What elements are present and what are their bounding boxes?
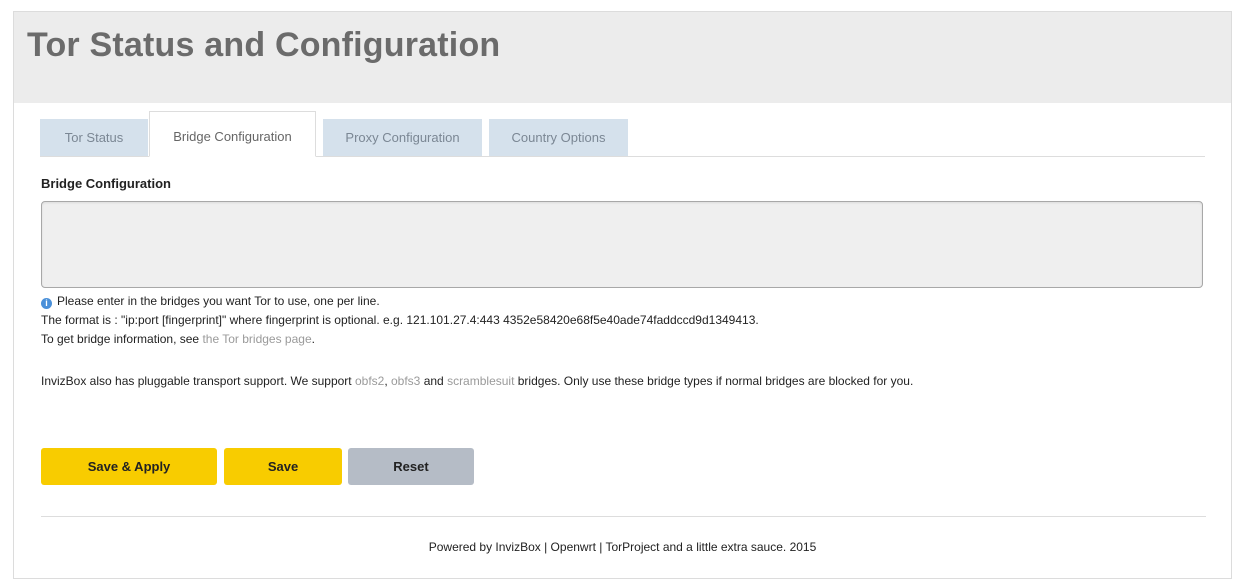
info-icon: i	[41, 298, 52, 309]
page-header: Tor Status and Configuration	[14, 12, 1231, 103]
help-line-3-prefix: To get bridge information, see	[41, 332, 203, 346]
help-line-3-suffix: .	[311, 332, 315, 346]
help-line-1: i Please enter in the bridges you want To…	[41, 292, 759, 311]
pluggable-suffix: bridges. Only use these bridge types if …	[514, 374, 914, 388]
help-line-2: The format is : "ip:port [fingerprint]" …	[41, 313, 759, 327]
pluggable-prefix: InvizBox also has pluggable transport su…	[41, 374, 355, 388]
help-line-3: To get bridge information, see the Tor b…	[41, 330, 759, 349]
pluggable-transport-text: InvizBox also has pluggable transport su…	[41, 374, 913, 388]
tab-proxy-configuration[interactable]: Proxy Configuration	[323, 119, 482, 156]
tab-country-options[interactable]: Country Options	[489, 119, 628, 156]
main-frame: Tor Status and Configuration Tor Status …	[13, 11, 1232, 579]
help-instruction: Please enter in the bridges you want Tor…	[57, 294, 380, 308]
section-title: Bridge Configuration	[41, 176, 171, 191]
tab-tor-status[interactable]: Tor Status	[40, 119, 148, 156]
obfs2-link[interactable]: obfs2	[355, 374, 384, 388]
pluggable-sep-1: ,	[384, 374, 391, 388]
save-button[interactable]: Save	[224, 448, 342, 485]
footer-divider	[41, 516, 1206, 517]
save-apply-button[interactable]: Save & Apply	[41, 448, 217, 485]
tab-bar: Tor Status Bridge Configuration Proxy Co…	[40, 109, 1205, 157]
tor-bridges-link[interactable]: the Tor bridges page	[202, 332, 311, 346]
pluggable-sep-2: and	[420, 374, 448, 388]
tab-bridge-configuration[interactable]: Bridge Configuration	[149, 111, 316, 157]
obfs3-link[interactable]: obfs3	[391, 374, 420, 388]
bridge-input[interactable]	[41, 201, 1203, 288]
help-text: i Please enter in the bridges you want To…	[41, 292, 759, 349]
footer: Powered by InvizBox | Openwrt | TorProje…	[428, 540, 817, 554]
page-title: Tor Status and Configuration	[27, 26, 501, 64]
reset-button[interactable]: Reset	[348, 448, 474, 485]
scramblesuit-link[interactable]: scramblesuit	[447, 374, 514, 388]
